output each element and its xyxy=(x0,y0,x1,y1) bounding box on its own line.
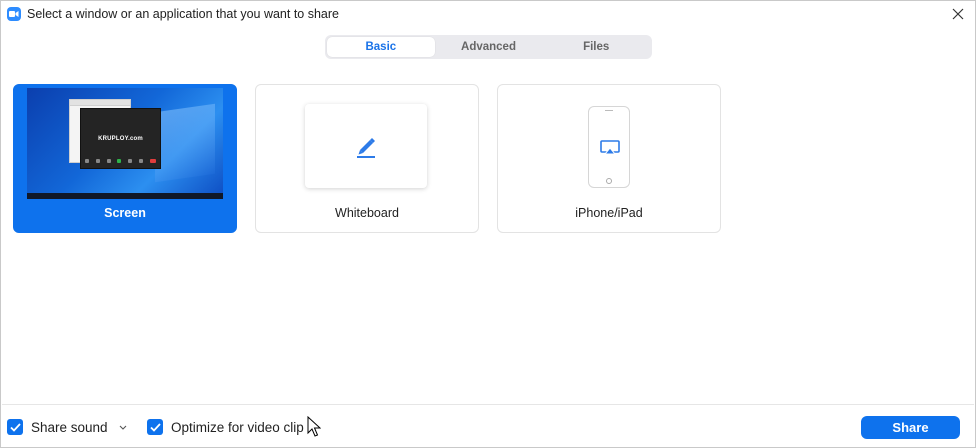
optimize-video-label: Optimize for video clip xyxy=(171,419,304,435)
mouse-cursor-icon xyxy=(307,415,322,443)
title-bar: Select a window or an application that y… xyxy=(1,1,975,27)
desktop-preview: KRUPLOY.com xyxy=(27,88,223,199)
airplay-icon xyxy=(600,140,620,155)
preview-window-text: KRUPLOY.com xyxy=(98,136,143,142)
checkmark-icon xyxy=(149,422,161,432)
whiteboard-illustration xyxy=(305,104,427,188)
share-sound-option[interactable]: Share sound xyxy=(7,419,108,435)
share-option-iphone-ipad[interactable]: iPhone/iPad xyxy=(497,84,721,233)
preview-meeting-window: KRUPLOY.com xyxy=(80,108,161,169)
bottom-divider xyxy=(2,404,974,405)
preview-taskbar xyxy=(27,193,223,199)
zoom-app-icon xyxy=(7,7,21,21)
close-icon xyxy=(952,8,964,20)
share-sound-label: Share sound xyxy=(31,419,108,435)
share-tabs: Basic Advanced Files xyxy=(325,35,652,59)
tab-basic[interactable]: Basic xyxy=(327,37,435,57)
window-title: Select a window or an application that y… xyxy=(27,7,339,21)
checkmark-icon xyxy=(9,422,21,432)
close-button[interactable] xyxy=(947,4,969,24)
share-option-screen[interactable]: KRUPLOY.com Screen xyxy=(13,84,237,233)
card-label-iphone-ipad: iPhone/iPad xyxy=(575,206,643,220)
chevron-down-icon xyxy=(119,425,127,430)
tab-files[interactable]: Files xyxy=(542,37,650,57)
share-button[interactable]: Share xyxy=(861,416,960,439)
share-screen-window: Select a window or an application that y… xyxy=(0,0,976,448)
share-sound-dropdown[interactable] xyxy=(117,421,129,433)
windows-logo-glow xyxy=(155,103,215,183)
share-sound-checkbox[interactable] xyxy=(7,419,23,435)
share-option-whiteboard[interactable]: Whiteboard xyxy=(255,84,479,233)
card-label-screen: Screen xyxy=(104,206,146,220)
card-label-whiteboard: Whiteboard xyxy=(335,206,399,220)
pen-icon xyxy=(357,138,375,158)
optimize-video-option[interactable]: Optimize for video clip xyxy=(147,419,304,435)
phone-illustration xyxy=(588,106,630,188)
optimize-video-checkbox[interactable] xyxy=(147,419,163,435)
tab-advanced[interactable]: Advanced xyxy=(435,37,543,57)
